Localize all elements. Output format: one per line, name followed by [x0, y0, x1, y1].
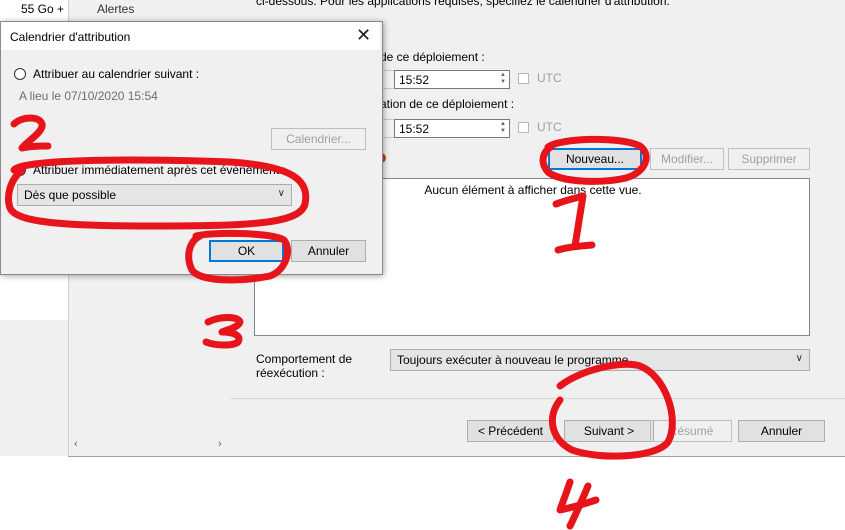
event-value: Dès que possible: [24, 188, 117, 202]
new-button[interactable]: Nouveau...: [548, 148, 642, 170]
ok-button[interactable]: OK: [209, 240, 284, 262]
delete-button[interactable]: Supprimer: [728, 148, 810, 170]
rerun-select[interactable]: Toujours exécuter à nouveau le programme…: [390, 349, 810, 371]
available-time-value: 15:52: [399, 73, 430, 87]
deadline-utc-checkbox[interactable]: [518, 122, 529, 133]
available-time-label: de ce déploiement :: [380, 50, 485, 64]
assignment-schedule-dialog: Calendrier d'attribution ✕ Attribuer au …: [0, 21, 383, 275]
next-button[interactable]: Suivant >: [564, 420, 654, 442]
deadline-utc-label: UTC: [537, 120, 562, 134]
disk-size-text: 55 Go +: [21, 2, 65, 16]
rerun-label: Comportement de réexécution :: [256, 352, 353, 380]
schedule-option-label[interactable]: Attribuer au calendrier suivant :: [33, 67, 199, 81]
schedule-radio[interactable]: [14, 68, 26, 80]
available-utc-label: UTC: [537, 71, 562, 85]
dialog-title: Calendrier d'attribution: [10, 30, 131, 44]
available-utc-checkbox[interactable]: [518, 73, 529, 84]
event-option-label[interactable]: Attribuer immédiatement après cet événem…: [33, 163, 286, 177]
step-4-mark: [556, 478, 600, 530]
deadline-time-field[interactable]: 15:52 ▲ ▼: [394, 119, 510, 138]
description-text: ci-dessous. Pour les applications requis…: [256, 0, 670, 8]
dialog-titlebar[interactable]: Calendrier d'attribution ✕: [1, 22, 380, 50]
event-select[interactable]: Dès que possible ∨: [17, 184, 292, 206]
time-spinner-icon[interactable]: ▲ ▼: [498, 121, 508, 136]
rerun-value: Toujours exécuter à nouveau le programme: [397, 353, 629, 367]
cancel-wizard-button[interactable]: Annuler: [738, 420, 825, 442]
footer-divider: [230, 398, 845, 399]
scroll-left-icon[interactable]: ‹: [74, 438, 78, 450]
summary-button[interactable]: Résumé: [650, 420, 732, 442]
window-bottom-border: [68, 456, 845, 457]
time-spinner-icon[interactable]: ▲ ▼: [498, 72, 508, 87]
nav-horizontal-scrollbar[interactable]: ‹ ›: [70, 438, 228, 454]
nav-item-alertes[interactable]: Alertes: [97, 2, 134, 16]
schedule-info-text: A lieu le 07/10/2020 15:54: [19, 89, 158, 103]
cancel-button[interactable]: Annuler: [291, 240, 366, 262]
modify-button[interactable]: Modifier...: [650, 148, 724, 170]
deadline-label: ation de ce déploiement :: [380, 97, 515, 111]
chevron-down-icon: ∨: [277, 188, 285, 199]
deadline-time-value: 15:52: [399, 122, 430, 136]
previous-button[interactable]: < Précédent: [467, 420, 554, 442]
chevron-down-icon: ∨: [795, 353, 803, 364]
event-radio[interactable]: [14, 164, 26, 176]
close-icon[interactable]: ✕: [356, 25, 371, 46]
scroll-right-icon[interactable]: ›: [218, 438, 222, 450]
calendar-button[interactable]: Calendrier...: [271, 128, 366, 150]
available-time-field[interactable]: 15:52 ▲ ▼: [394, 70, 510, 89]
left-pane-bottom: [0, 320, 68, 456]
